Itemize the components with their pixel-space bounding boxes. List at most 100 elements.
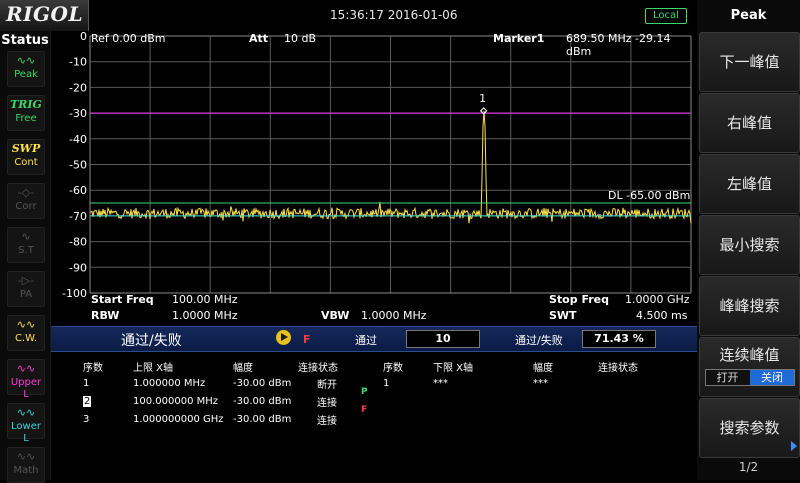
- peak-right-label: 右峰值: [726, 114, 772, 132]
- y-tick-label: -20: [69, 81, 87, 94]
- status-button-trig[interactable]: TRIG Free: [7, 95, 45, 131]
- status-bottom-label: Upper L: [10, 377, 42, 400]
- row-x: ***: [433, 378, 448, 389]
- status-bottom-label: C.W.: [14, 333, 38, 344]
- brand-logo: RIGOL: [0, 0, 89, 31]
- status-bottom-label: S.T: [18, 245, 34, 256]
- upper-header-amp: 幅度: [233, 363, 253, 374]
- row-x: 1.000000 MHz: [133, 378, 206, 389]
- page-indicator: 1/2: [738, 460, 759, 474]
- continuous-peak-label: 连续峰值: [719, 346, 780, 364]
- peak-right-button[interactable]: 右峰值: [699, 93, 800, 153]
- status-bottom-label: Lower L: [11, 421, 41, 444]
- stop-freq-value: 1.0000 GHz: [625, 293, 690, 306]
- preamp-icon: -▷-: [17, 274, 35, 287]
- y-tick-label: -60: [69, 184, 87, 197]
- min-search-button[interactable]: 最小搜索: [699, 215, 800, 275]
- min-search-label: 最小搜索: [719, 236, 780, 254]
- toggle-off-option[interactable]: 关闭: [750, 370, 794, 385]
- search-params-button[interactable]: 搜索参数: [699, 398, 800, 458]
- spectrum-graph: 0 -10 -20 -30 -40 -50 -60 -70 -80 -90 -100 DL -65.…: [51, 31, 697, 326]
- status-bottom-label: Corr: [15, 201, 37, 212]
- status-bottom-label: Peak: [14, 69, 38, 80]
- local-badge: Local: [645, 8, 687, 24]
- y-tick-label: -80: [69, 236, 87, 249]
- peak-peak-button[interactable]: 峰峰搜索: [699, 276, 800, 336]
- pass-count-value: 10: [406, 330, 480, 348]
- y-tick-label: -10: [69, 56, 87, 69]
- y-tick-label: -30: [69, 107, 87, 120]
- search-params-label: 搜索参数: [719, 419, 780, 437]
- start-freq-label: Start Freq: [91, 293, 154, 306]
- lower-header-idx: 序数: [383, 363, 403, 374]
- status-button-c-w-[interactable]: ∿∿ C.W.: [7, 315, 45, 351]
- status-button-swp[interactable]: SWP Cont: [7, 139, 45, 175]
- ratio-label: 通过/失败: [515, 334, 563, 347]
- channel-wave-icon: ∿∿: [16, 318, 36, 331]
- vbw-label: VBW: [321, 309, 350, 322]
- y-tick-label: -70: [69, 210, 87, 223]
- status-button-math[interactable]: ∿∿ Math: [7, 447, 45, 483]
- row-x: 1.000000000 GHz: [133, 414, 224, 425]
- marker-label: 1: [479, 92, 486, 105]
- row-x: 100.000000 MHz: [133, 396, 219, 407]
- status-bottom-label: Cont: [14, 157, 38, 168]
- vbw-value: 1.0000 MHz: [361, 309, 427, 322]
- ref-level: Ref 0.00 dBm: [91, 32, 166, 45]
- continuous-peak-toggle[interactable]: 打开 关闭: [705, 369, 795, 386]
- peak-left-label: 左峰值: [726, 175, 772, 193]
- status-button-upper-l[interactable]: ∿∿ Upper L: [7, 359, 45, 400]
- row-amp: -30.00 dBm: [233, 396, 292, 407]
- swt-label: SWT: [549, 309, 577, 322]
- continuous-peak-button[interactable]: 连续峰值 打开 关闭: [699, 337, 800, 397]
- top-bar: RIGOL 15:36:17 2016-01-06 Local: [0, 0, 697, 31]
- stop-freq-label: Stop Freq: [549, 293, 610, 306]
- status-fail: F: [361, 405, 368, 415]
- row-conn: 断开: [317, 380, 337, 391]
- att-label: Att: [249, 32, 269, 45]
- upper-header-x: 上限 X轴: [133, 363, 174, 374]
- pass-fail-title: 通过/失败: [121, 333, 182, 349]
- status-panel: Status ∿∿ Peak TRIG Free SWP Cont -◇- Corr ∿ S.T -…: [0, 31, 51, 483]
- status-button-pa[interactable]: -▷- PA: [7, 271, 45, 307]
- start-freq-value: 100.00 MHz: [172, 293, 238, 306]
- lower-header-amp: 幅度: [533, 363, 553, 374]
- status-button-corr[interactable]: -◇- Corr: [7, 183, 45, 219]
- lower-header-x: 下限 X轴: [433, 363, 474, 374]
- status-button-s-t[interactable]: ∿ S.T: [7, 227, 45, 263]
- softkey-panel: Peak 下一峰值 右峰值 左峰值 最小搜索 峰峰搜索 连续峰值 打开 关闭 搜…: [697, 0, 800, 480]
- marker-title: Marker1: [493, 32, 545, 45]
- status-bottom-label: Free: [15, 113, 37, 124]
- y-tick-label: -40: [69, 133, 87, 146]
- row-conn: 连接: [317, 416, 337, 427]
- math-icon: ∿∿: [16, 450, 36, 463]
- lower-limit-icon: ∿∿: [16, 406, 36, 419]
- pass-fail-bar: 通过/失败 F 通过 10 通过/失败 71.43 %: [51, 326, 697, 352]
- upper-header-conn: 连接状态: [298, 363, 338, 374]
- status-title: Status: [1, 33, 49, 48]
- row-amp: -30.00 dBm: [233, 378, 292, 389]
- status-button-lower-l[interactable]: ∿∿ Lower L: [7, 403, 45, 444]
- peak-left-button[interactable]: 左峰值: [699, 154, 800, 214]
- swt-value: 4.500 ms: [636, 309, 688, 322]
- y-tick-label: -100: [62, 287, 87, 300]
- brand-text: RIGOL: [6, 2, 84, 26]
- toggle-on-option[interactable]: 打开: [706, 370, 749, 385]
- spectrum-plot: 0 -10 -20 -30 -40 -50 -60 -70 -80 -90 -100 DL -65.…: [62, 31, 692, 300]
- att-value: 10 dB: [284, 32, 317, 45]
- rbw-label: RBW: [91, 309, 120, 322]
- display-line-label: DL -65.00 dBm: [608, 189, 690, 202]
- row-idx-selected[interactable]: 2: [83, 396, 92, 407]
- row-amp: ***: [533, 378, 548, 389]
- next-peak-button[interactable]: 下一峰值: [699, 32, 800, 92]
- row-amp: -30.00 dBm: [233, 414, 292, 425]
- fail-indicator: F: [303, 333, 311, 346]
- y-tick-label: 0: [80, 31, 87, 43]
- lower-header-conn: 连接状态: [598, 363, 638, 374]
- status-button-peak[interactable]: ∿∿ Peak: [7, 51, 45, 87]
- play-icon[interactable]: [276, 330, 291, 345]
- upper-limit-icon: ∿∿: [16, 362, 36, 375]
- peak-wave-icon: ∿∿: [16, 54, 36, 67]
- status-bottom-label: Math: [13, 465, 39, 476]
- ratio-value: 71.43 %: [582, 330, 656, 348]
